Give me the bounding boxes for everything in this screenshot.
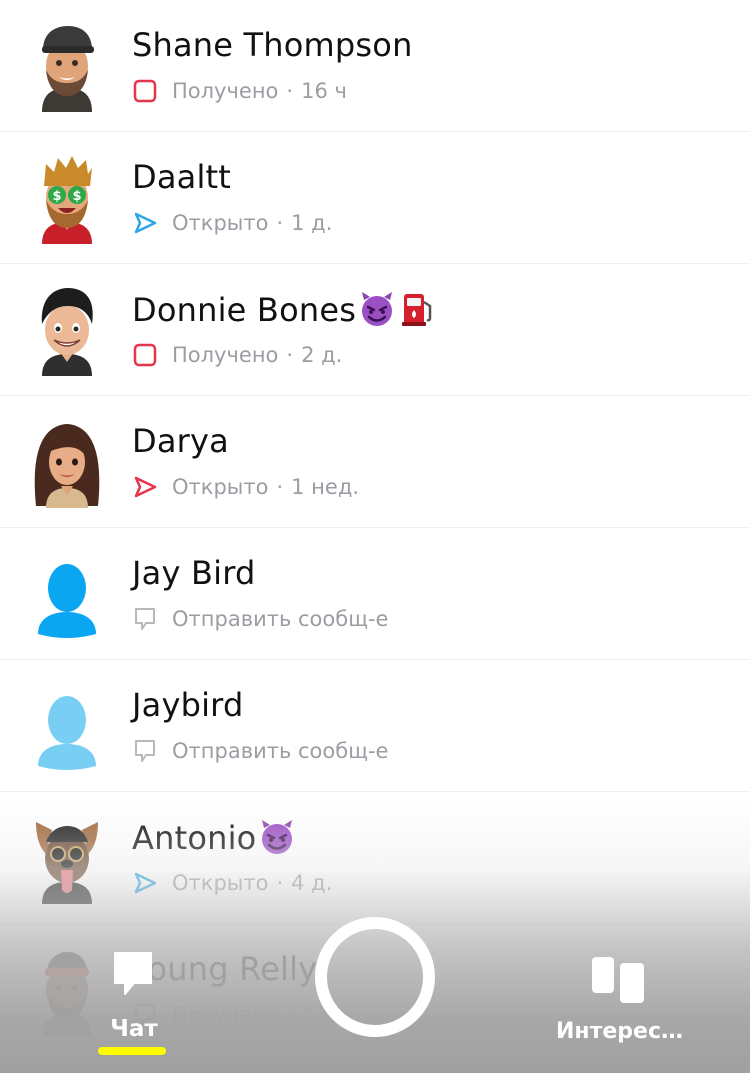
chat-row-darya[interactable]: Darya Открыто · 1 нед.: [0, 396, 750, 528]
chat-name: Shane Thompson: [132, 26, 413, 64]
smiling-imp-emoji-icon: [258, 818, 296, 856]
separator-dot: ·: [276, 211, 284, 235]
separator-dot: ·: [286, 79, 294, 103]
status-text: Открыто: [172, 211, 269, 235]
svg-text:$: $: [52, 189, 61, 204]
chat-row-donnie-bones[interactable]: Donnie Bones Получено · 2 д.: [0, 264, 750, 396]
status-time: 4 д.: [291, 871, 333, 895]
status-text: Получено: [172, 79, 279, 103]
opened-snap-red-icon: [132, 474, 158, 500]
status-text: Открыто: [172, 475, 269, 499]
chat-row-daaltt[interactable]: $ $ Daaltt Открыто · 1 д.: [0, 132, 750, 264]
chat-bubble-outline-icon: [132, 738, 158, 764]
default-silhouette-blue-icon[interactable]: [28, 548, 106, 640]
opened-snap-blue-icon: [132, 870, 158, 896]
chat-status: Получено · 2 д.: [132, 340, 342, 370]
chat-status: Открыто · 4 д.: [132, 868, 332, 898]
bitmoji-dog-filter-icon[interactable]: [28, 812, 106, 904]
chat-name-text: Daaltt: [132, 158, 232, 196]
chat-name: Jay Bird: [132, 554, 256, 592]
received-snap-icon: [132, 342, 158, 368]
chat-name-text: Jay Bird: [132, 554, 256, 592]
chat-row-jaybird[interactable]: Jaybird Отправить сообщ-е: [0, 660, 750, 792]
active-tab-indicator: [98, 1047, 166, 1055]
chat-name-text: Donnie Bones: [132, 291, 357, 329]
status-time: 1 д.: [291, 211, 333, 235]
chat-status: Получено · 16 ч: [132, 76, 347, 106]
chat-list: Shane Thompson Получено · 16 ч $ $ Daalt…: [0, 0, 750, 1056]
chat-name: Darya: [132, 422, 229, 460]
chat-name: Donnie Bones: [132, 290, 436, 329]
status-text: Отправить сообщ-е: [172, 739, 389, 763]
chat-bubble-outline-icon: [132, 606, 158, 632]
separator-dot: ·: [276, 871, 284, 895]
chat-name-text: Antonio: [132, 819, 257, 857]
status-text: Получено: [172, 343, 279, 367]
chat-status: Отправить сообщ-е: [132, 604, 388, 634]
separator-dot: ·: [286, 343, 294, 367]
status-time: 16 ч: [301, 79, 347, 103]
nav-chat-label[interactable]: Чат: [104, 1016, 164, 1042]
chat-status: Открыто · 1 д.: [132, 208, 332, 238]
chat-name: Antonio: [132, 818, 296, 857]
chat-name-text: Jaybird: [132, 686, 244, 724]
received-snap-icon: [132, 78, 158, 104]
chat-row-shane-thompson[interactable]: Shane Thompson Получено · 16 ч: [0, 0, 750, 132]
nav-discover-label[interactable]: Интерес…: [556, 1019, 683, 1044]
bitmoji-money-eyes-icon[interactable]: $ $: [28, 152, 106, 244]
chat-name: Daaltt: [132, 158, 231, 196]
status-time: 1 нед.: [291, 475, 360, 499]
default-silhouette-light-blue-icon[interactable]: [28, 680, 106, 772]
bitmoji-long-hair-icon[interactable]: [28, 416, 106, 508]
chat-bubble-icon[interactable]: [112, 950, 154, 996]
screen: Shane Thompson Получено · 16 ч $ $ Daalt…: [0, 0, 750, 1073]
chat-name-text: Darya: [132, 422, 229, 460]
opened-snap-blue-icon: [132, 210, 158, 236]
chat-name: Jaybird: [132, 686, 244, 724]
chat-status: Открыто · 1 нед.: [132, 472, 359, 502]
svg-text:$: $: [72, 189, 81, 204]
smiling-imp-emoji-icon: [358, 290, 396, 328]
bitmoji-dark-hair-icon[interactable]: [28, 284, 106, 376]
fuel-pump-emoji-icon: [398, 290, 436, 328]
chat-status: Отправить сообщ-е: [132, 736, 388, 766]
status-text: Отправить сообщ-е: [172, 607, 389, 631]
separator-dot: ·: [276, 475, 284, 499]
bitmoji-cap-beard-icon[interactable]: [28, 20, 106, 112]
camera-capture-button[interactable]: [315, 917, 435, 1037]
chat-name-text: Shane Thompson: [132, 26, 413, 64]
discover-icon[interactable]: [590, 953, 646, 1005]
chat-row-jay-bird[interactable]: Jay Bird Отправить сообщ-е: [0, 528, 750, 660]
status-time: 2 д.: [301, 343, 343, 367]
status-text: Открыто: [172, 871, 269, 895]
